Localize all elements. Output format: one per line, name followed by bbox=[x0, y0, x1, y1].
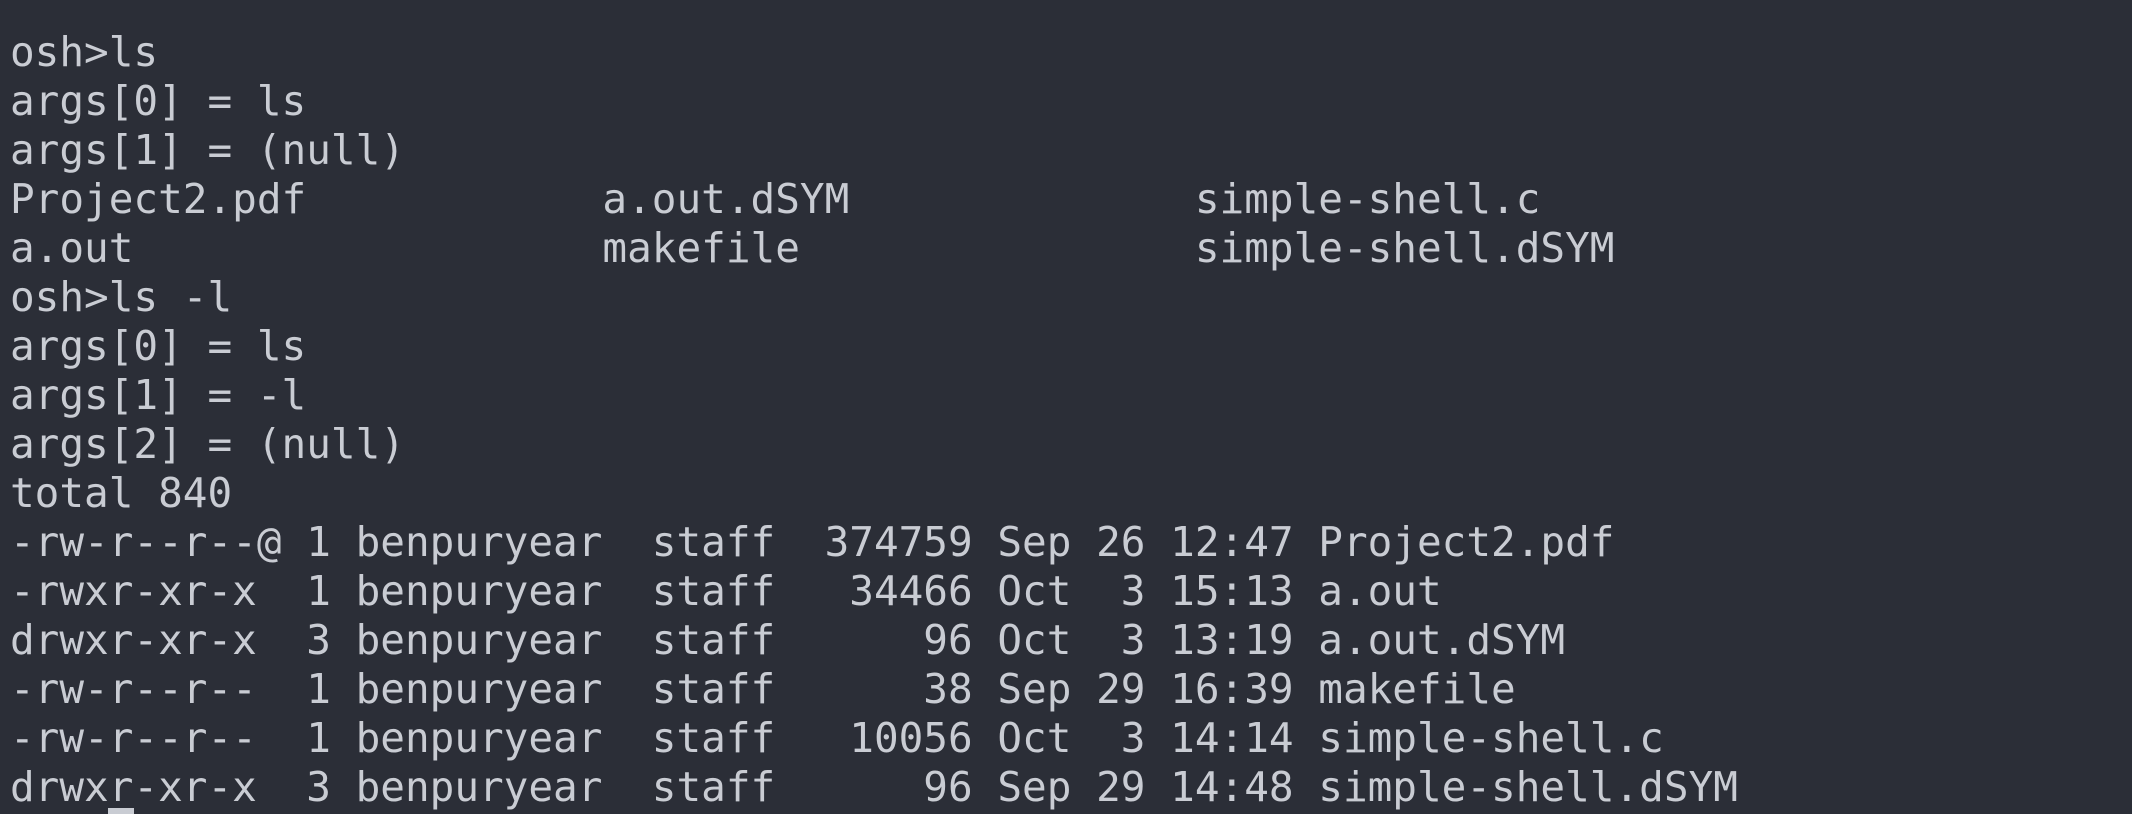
file-listing-row: -rw-r--r--@ 1 benpuryear staff 374759 Se… bbox=[10, 518, 1615, 566]
file-listing-row: -rw-r--r-- 1 benpuryear staff 10056 Oct … bbox=[10, 714, 1664, 762]
output-line: a.out makefile simple-shell.dSYM bbox=[10, 224, 1615, 272]
file-listing-row: -rwxr-xr-x 1 benpuryear staff 34466 Oct … bbox=[10, 567, 1442, 615]
output-line: args[0] = ls bbox=[10, 322, 307, 370]
output-line: args[2] = (null) bbox=[10, 420, 405, 468]
file-listing-row: -rw-r--r-- 1 benpuryear staff 38 Sep 29 … bbox=[10, 665, 1516, 713]
file-listing-row: drwxr-xr-x 3 benpuryear staff 96 Sep 29 … bbox=[10, 763, 1738, 811]
output-line: args[0] = ls bbox=[10, 77, 307, 125]
output-line: args[1] = (null) bbox=[10, 126, 405, 174]
output-line: Project2.pdf a.out.dSYM simple-shell.c bbox=[10, 175, 1541, 223]
terminal-output[interactable]: osh>ls args[0] = ls args[1] = (null) Pro… bbox=[10, 28, 2122, 814]
prompt-command-line: osh>ls bbox=[10, 28, 159, 76]
output-line: total 840 bbox=[10, 469, 233, 517]
file-listing-row: drwxr-xr-x 3 benpuryear staff 96 Oct 3 1… bbox=[10, 616, 1566, 664]
text-cursor bbox=[108, 808, 134, 814]
prompt-command-line: osh>ls -l bbox=[10, 273, 233, 321]
output-line: args[1] = -l bbox=[10, 371, 307, 419]
